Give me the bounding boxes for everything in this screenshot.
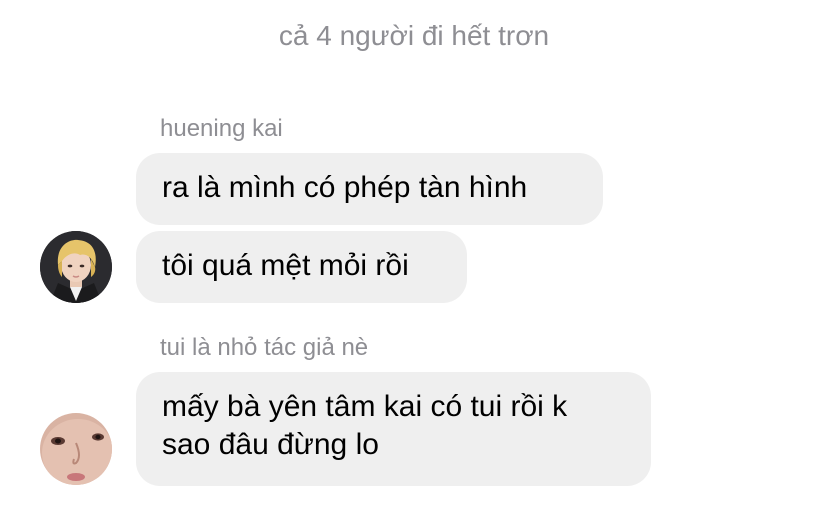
sender-name-huening-kai: huening kai — [160, 115, 283, 142]
message-bubble[interactable]: mấy bà yên tâm kai có tui rồi k sao đâu … — [136, 372, 651, 486]
message-bubble[interactable]: ra là mình có phép tàn hình — [136, 153, 603, 225]
face-closeup-avatar-image — [40, 413, 112, 485]
avatar[interactable] — [40, 231, 112, 303]
sender-name-tui-la-nho-tac-gia-ne: tui là nhỏ tác giả nè — [160, 334, 369, 361]
avatar[interactable] — [40, 413, 112, 485]
system-message: cả 4 người đi hết trơn — [278, 20, 550, 51]
blond-boy-avatar-image — [40, 231, 112, 303]
message-bubble[interactable]: tôi quá mệt mỏi rồi — [136, 231, 467, 303]
